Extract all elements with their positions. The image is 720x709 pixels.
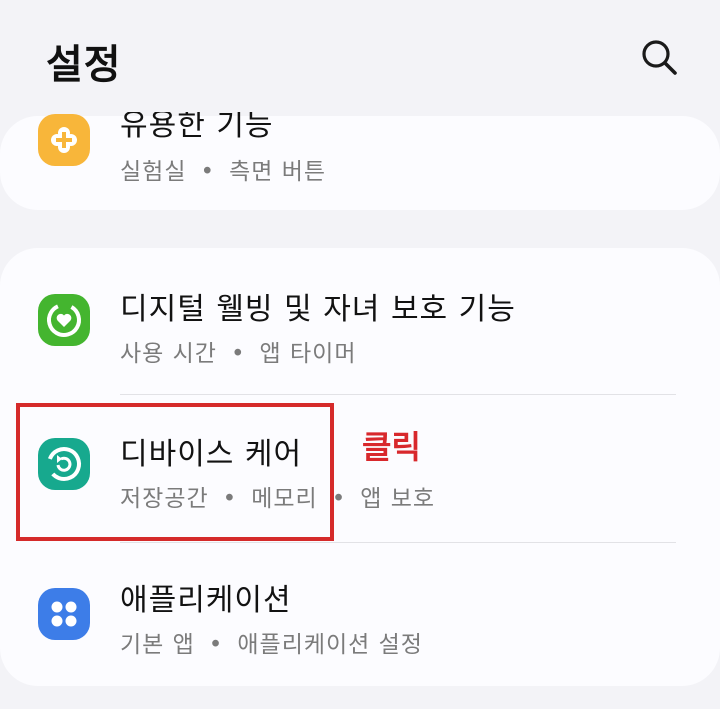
settings-item-useful-features[interactable]: 유용한 기능 실험실 • 측면 버튼 — [0, 108, 720, 210]
settings-item-label: 디지털 웰빙 및 자녀 보호 기능 — [120, 292, 516, 327]
search-icon[interactable] — [638, 36, 680, 78]
settings-item-label: 애플리케이션 — [120, 583, 292, 618]
settings-item-subtitle: 저장공간 • 메모리 • 앱 보호 — [120, 486, 436, 512]
settings-item-device-care[interactable]: 디바이스 케어 저장공간 • 메모리 • 앱 보호 — [0, 395, 720, 541]
settings-card-main: 디지털 웰빙 및 자녀 보호 기능 사용 시간 • 앱 타이머 디바이스 케어 저장… — [0, 248, 720, 686]
heart-ring-icon — [38, 294, 90, 346]
page-title: 설정 — [46, 42, 122, 88]
settings-item-subtitle: 사용 시간 • 앱 타이머 — [120, 341, 357, 367]
settings-item-digital-wellbeing[interactable]: 디지털 웰빙 및 자녀 보호 기능 사용 시간 • 앱 타이머 — [0, 248, 720, 394]
settings-item-label: 디바이스 케어 — [120, 437, 303, 472]
app-header: 설정 — [0, 0, 720, 112]
settings-item-applications[interactable]: 애플리케이션 기본 앱 • 애플리케이션 설정 — [0, 543, 720, 686]
device-care-icon — [38, 438, 90, 490]
settings-item-subtitle: 실험실 • 측면 버튼 — [120, 159, 327, 185]
click-annotation: 클릭 — [362, 428, 421, 466]
settings-item-subtitle: 기본 앱 • 애플리케이션 설정 — [120, 632, 423, 658]
four-dots-icon — [38, 588, 90, 640]
settings-card-top: 유용한 기능 실험실 • 측면 버튼 — [0, 108, 720, 210]
plus-puzzle-icon — [38, 114, 90, 166]
